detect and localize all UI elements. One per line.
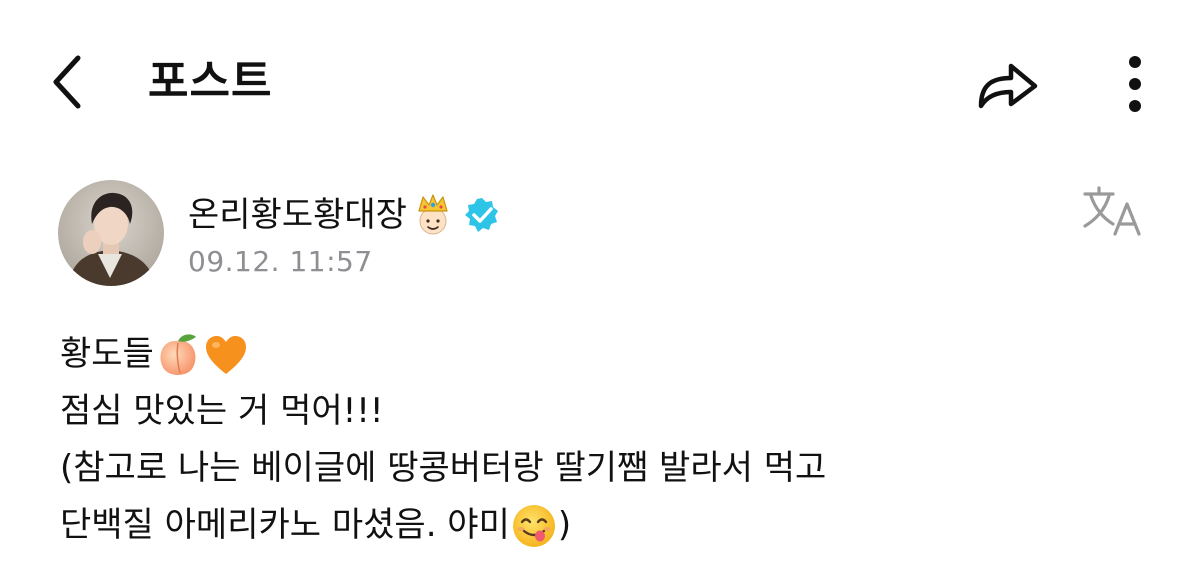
profile-photo [58,180,164,286]
orange-heart-emoji [205,335,246,374]
author-name-row[interactable]: 온리황도황대장 [188,190,501,240]
author-name: 온리황도황대장 [188,195,407,235]
post-line-4: 단백질 아메리카노 마셨음. 야미 ) [60,497,1160,554]
post-timestamp: 09.12. 11:57 [188,245,373,278]
more-vertical-icon [1129,56,1141,112]
peach-emoji [160,333,196,375]
translate-icon [1083,186,1141,236]
top-app-bar: 포스트 [0,0,1200,165]
post-line-1: 황도들 [60,326,1160,383]
page-title: 포스트 [148,56,273,107]
verified-badge-icon [464,198,498,232]
post-text: 황도들 [60,334,154,374]
post-body: 황도들 점심 맛있는 거 먹어!!! (참고로 나는 베이글에 땅콩버터랑 딸기… [60,326,1160,554]
share-button[interactable] [968,52,1048,116]
avatar[interactable] [58,180,164,286]
post-text: 점심 맛있는 거 먹어!!! [60,391,384,431]
share-arrow-icon [978,63,1038,109]
yum-face-emoji [512,504,555,547]
post-author: 온리황도황대장 09.12. 11:57 [58,180,1158,290]
translate-button[interactable] [1078,180,1148,242]
more-options-button[interactable] [1110,50,1160,118]
post-line-3: (참고로 나는 베이글에 땅콩버터랑 딸기쨈 발라서 먹고 [60,440,1160,497]
chevron-left-icon [53,55,81,109]
post-text-closing: ) [557,505,572,545]
post-line-2: 점심 맛있는 거 먹어!!! [60,383,1160,440]
back-button[interactable] [40,50,96,114]
post-text: (참고로 나는 베이글에 땅콩버터랑 딸기쨈 발라서 먹고 [60,448,827,488]
post-text: 단백질 아메리카노 마셨음. 야미 [60,505,510,545]
crown-face-emoji [418,194,448,235]
